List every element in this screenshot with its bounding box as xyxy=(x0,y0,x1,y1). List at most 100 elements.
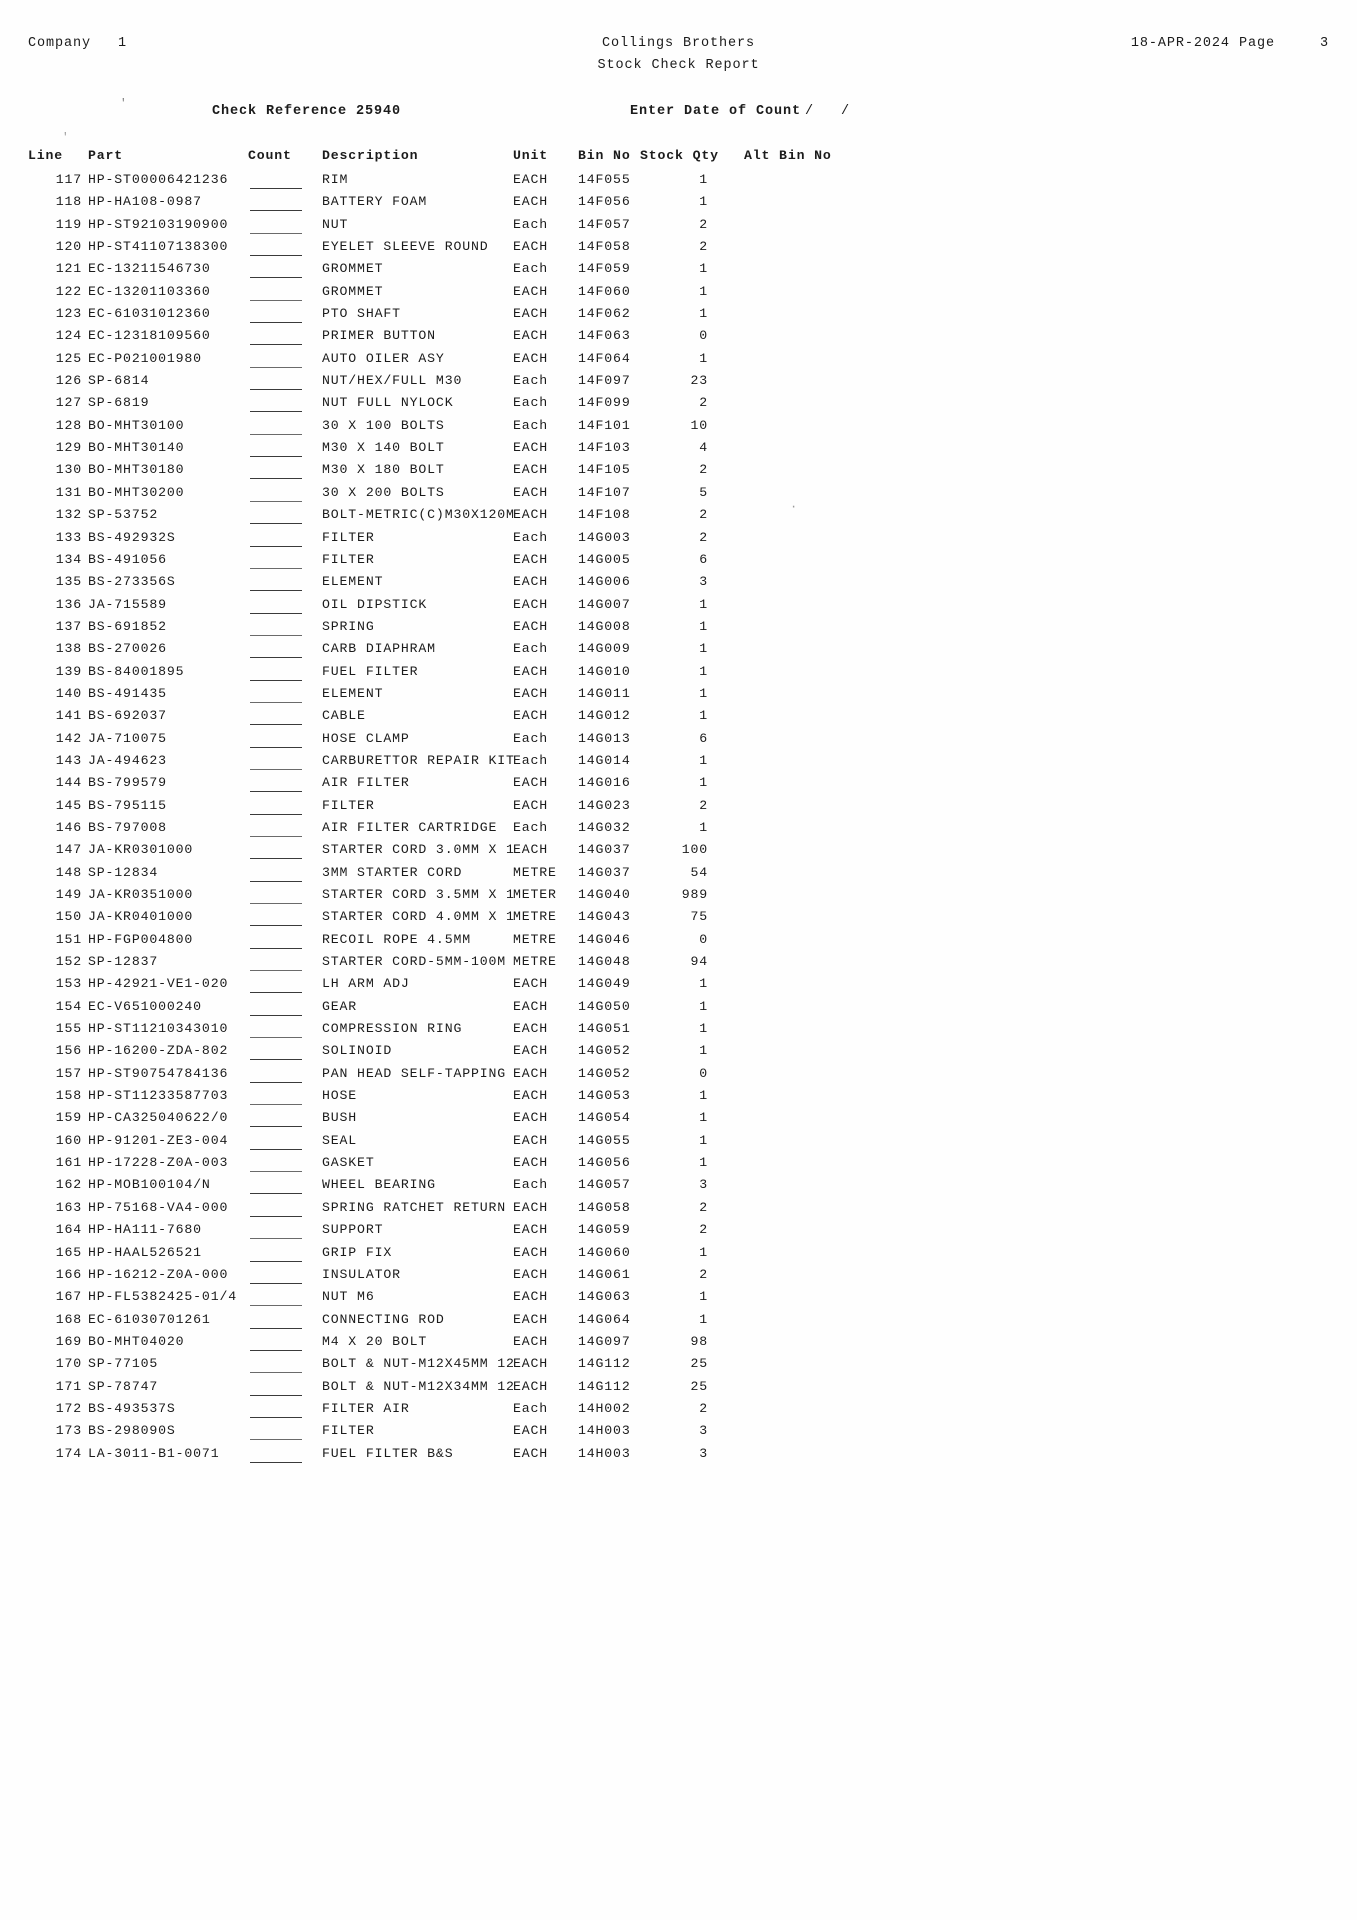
table-row[interactable]: 125 EC-P021001980 AUTO OILER ASY EACH 14F064… xyxy=(0,351,1357,373)
count-entry-blank[interactable] xyxy=(250,746,302,748)
count-entry-blank[interactable] xyxy=(250,1439,302,1441)
count-entry-blank[interactable] xyxy=(250,1372,302,1374)
count-entry-blank[interactable] xyxy=(250,590,302,592)
table-row[interactable]: 160 HP-91201-ZE3-004 SEAL EACH 14G055 1 xyxy=(0,1133,1357,1155)
table-row[interactable]: 124 EC-12318109560 PRIMER BUTTON EACH 14F063… xyxy=(0,328,1357,350)
count-entry-blank[interactable] xyxy=(250,1215,302,1217)
table-row[interactable]: 146 BS-797008 AIR FILTER CARTRIDGE Each 14G0… xyxy=(0,820,1357,842)
count-entry-blank[interactable] xyxy=(250,322,302,324)
table-row[interactable]: 165 HP-HAAL526521 GRIP FIX EACH 14G060 1 xyxy=(0,1245,1357,1267)
table-row[interactable]: 171 SP-78747 BOLT & NUT-M12X34MM 12 EACH 14G… xyxy=(0,1379,1357,1401)
table-row[interactable]: 169 BO-MHT04020 M4 X 20 BOLT EACH 14G097 98 xyxy=(0,1334,1357,1356)
table-row[interactable]: 118 HP-HA108-0987 BATTERY FOAM EACH 14F056 1 xyxy=(0,194,1357,216)
table-row[interactable]: 155 HP-ST11210343010 COMPRESSION RING EACH 1… xyxy=(0,1021,1357,1043)
count-entry-blank[interactable] xyxy=(250,701,302,703)
count-entry-blank[interactable] xyxy=(250,970,302,972)
count-entry-blank[interactable] xyxy=(250,1282,302,1284)
count-entry-blank[interactable] xyxy=(250,1260,302,1262)
table-row[interactable]: 128 BO-MHT30100 30 X 100 BOLTS Each 14F101 10 xyxy=(0,418,1357,440)
table-row[interactable]: 133 BS-492932S FILTER Each 14G003 2 xyxy=(0,530,1357,552)
table-row[interactable]: 151 HP-FGP004800 RECOIL ROPE 4.5MM METRE 14G… xyxy=(0,932,1357,954)
table-row[interactable]: 149 JA-KR0351000 STARTER CORD 3.5MM X 1 MET… xyxy=(0,887,1357,909)
table-row[interactable]: 134 BS-491056 FILTER EACH 14G005 6 xyxy=(0,552,1357,574)
count-entry-blank[interactable] xyxy=(250,1148,302,1150)
table-row[interactable]: 117 HP-ST00006421236 RIM EACH 14F055 1 xyxy=(0,172,1357,194)
count-entry-blank[interactable] xyxy=(250,992,302,994)
count-entry-blank[interactable] xyxy=(250,791,302,793)
table-row[interactable]: 138 BS-270026 CARB DIAPHRAM Each 14G009 1 xyxy=(0,641,1357,663)
count-entry-blank[interactable] xyxy=(250,1014,302,1016)
count-entry-blank[interactable] xyxy=(250,1171,302,1173)
table-row[interactable]: 136 JA-715589 OIL DIPSTICK EACH 14G007 1 xyxy=(0,597,1357,619)
count-entry-blank[interactable] xyxy=(250,232,302,234)
table-row[interactable]: 137 BS-691852 SPRING EACH 14G008 1 xyxy=(0,619,1357,641)
table-row[interactable]: 153 HP-42921-VE1-020 LH ARM ADJ EACH 14G049 1 xyxy=(0,976,1357,998)
count-entry-blank[interactable] xyxy=(250,478,302,480)
table-row[interactable]: 167 HP-FL5382425-01/4 NUT M6 EACH 14G063 1 xyxy=(0,1289,1357,1311)
count-entry-blank[interactable] xyxy=(250,1081,302,1083)
count-entry-blank[interactable] xyxy=(250,1327,302,1329)
table-row[interactable]: 143 JA-494623 CARBURETTOR REPAIR KIT Each 14… xyxy=(0,753,1357,775)
table-row[interactable]: 162 HP-MOB100104/N WHEEL BEARING Each 14G057… xyxy=(0,1177,1357,1199)
count-entry-blank[interactable] xyxy=(250,1305,302,1307)
count-entry-blank[interactable] xyxy=(250,768,302,770)
count-entry-blank[interactable] xyxy=(250,947,302,949)
table-row[interactable]: 166 HP-16212-Z0A-000 INSULATOR EACH 14G061 2 xyxy=(0,1267,1357,1289)
table-row[interactable]: 170 SP-77105 BOLT & NUT-M12X45MM 12 EACH 14G… xyxy=(0,1356,1357,1378)
count-entry-blank[interactable] xyxy=(250,277,302,279)
table-row[interactable]: 164 HP-HA111-7680 SUPPORT EACH 14G059 2 xyxy=(0,1222,1357,1244)
table-row[interactable]: 152 SP-12837 STARTER CORD-5MM-100M METRE 14G… xyxy=(0,954,1357,976)
count-entry-blank[interactable] xyxy=(250,1193,302,1195)
count-entry-blank[interactable] xyxy=(250,433,302,435)
count-entry-blank[interactable] xyxy=(250,634,302,636)
count-entry-blank[interactable] xyxy=(250,299,302,301)
table-row[interactable]: 161 HP-17228-Z0A-003 GASKET EACH 14G056 1 xyxy=(0,1155,1357,1177)
count-entry-blank[interactable] xyxy=(250,500,302,502)
table-row[interactable]: 139 BS-84001895 FUEL FILTER EACH 14G010 1 xyxy=(0,664,1357,686)
count-entry-blank[interactable] xyxy=(250,1349,302,1351)
table-row[interactable]: 140 BS-491435 ELEMENT EACH 14G011 1 xyxy=(0,686,1357,708)
count-entry-blank[interactable] xyxy=(250,1037,302,1039)
count-entry-blank[interactable] xyxy=(250,188,302,189)
count-entry-blank[interactable] xyxy=(250,1059,302,1061)
table-row[interactable]: 131 BO-MHT30200 30 X 200 BOLTS EACH 14F107 5 xyxy=(0,485,1357,507)
table-row[interactable]: 157 HP-ST90754784136 PAN HEAD SELF-TAPPING… xyxy=(0,1066,1357,1088)
count-entry-blank[interactable] xyxy=(250,1394,302,1396)
table-row[interactable]: 159 HP-CA325040622/0 BUSH EACH 14G054 1 xyxy=(0,1110,1357,1132)
count-entry-blank[interactable] xyxy=(250,1126,302,1128)
table-row[interactable]: 126 SP-6814 NUT/HEX/FULL M30 Each 14F097 23 xyxy=(0,373,1357,395)
count-entry-blank[interactable] xyxy=(250,880,302,882)
table-row[interactable]: 120 HP-ST41107138300 EYELET SLEEVE ROUND EA… xyxy=(0,239,1357,261)
table-row[interactable]: 158 HP-ST11233587703 HOSE EACH 14G053 1 xyxy=(0,1088,1357,1110)
count-entry-blank[interactable] xyxy=(250,411,302,413)
count-entry-blank[interactable] xyxy=(250,456,302,458)
table-row[interactable]: 147 JA-KR0301000 STARTER CORD 3.0MM X 1 EAC… xyxy=(0,842,1357,864)
count-entry-blank[interactable] xyxy=(250,366,302,368)
count-entry-blank[interactable] xyxy=(250,858,302,860)
table-row[interactable]: 123 EC-61031012360 PTO SHAFT EACH 14F062 1 xyxy=(0,306,1357,328)
count-entry-blank[interactable] xyxy=(250,657,302,659)
count-entry-blank[interactable] xyxy=(250,523,302,525)
table-row[interactable]: 121 EC-13211546730 GROMMET Each 14F059 1 xyxy=(0,261,1357,283)
table-row[interactable]: 130 BO-MHT30180 M30 X 180 BOLT EACH 14F105 2 xyxy=(0,462,1357,484)
table-row[interactable]: 154 EC-V651000240 GEAR EACH 14G050 1 xyxy=(0,999,1357,1021)
table-row[interactable]: 132 SP-53752 BOLT-METRIC(C)M30X120M EACH 14F… xyxy=(0,507,1357,529)
count-entry-blank[interactable] xyxy=(250,903,302,904)
count-entry-blank[interactable] xyxy=(250,1104,302,1106)
table-row[interactable]: 148 SP-12834 3MM STARTER CORD METRE 14G037 54 xyxy=(0,865,1357,887)
table-row[interactable]: 144 BS-799579 AIR FILTER EACH 14G016 1 xyxy=(0,775,1357,797)
table-row[interactable]: 163 HP-75168-VA4-000 SPRING RATCHET RETURN… xyxy=(0,1200,1357,1222)
table-row[interactable]: 150 JA-KR0401000 STARTER CORD 4.0MM X 1 MET… xyxy=(0,909,1357,931)
table-row[interactable]: 168 EC-61030701261 CONNECTING ROD EACH 14G06… xyxy=(0,1312,1357,1334)
count-entry-blank[interactable] xyxy=(250,835,302,837)
count-entry-blank[interactable] xyxy=(250,813,302,815)
count-entry-blank[interactable] xyxy=(250,724,302,726)
count-entry-blank[interactable] xyxy=(250,1461,302,1463)
count-entry-blank[interactable] xyxy=(250,567,302,569)
count-entry-blank[interactable] xyxy=(250,545,302,547)
count-entry-blank[interactable] xyxy=(250,210,302,212)
count-entry-blank[interactable] xyxy=(250,925,302,927)
count-entry-blank[interactable] xyxy=(250,679,302,681)
count-entry-blank[interactable] xyxy=(250,389,302,391)
count-entry-blank[interactable] xyxy=(250,612,302,614)
